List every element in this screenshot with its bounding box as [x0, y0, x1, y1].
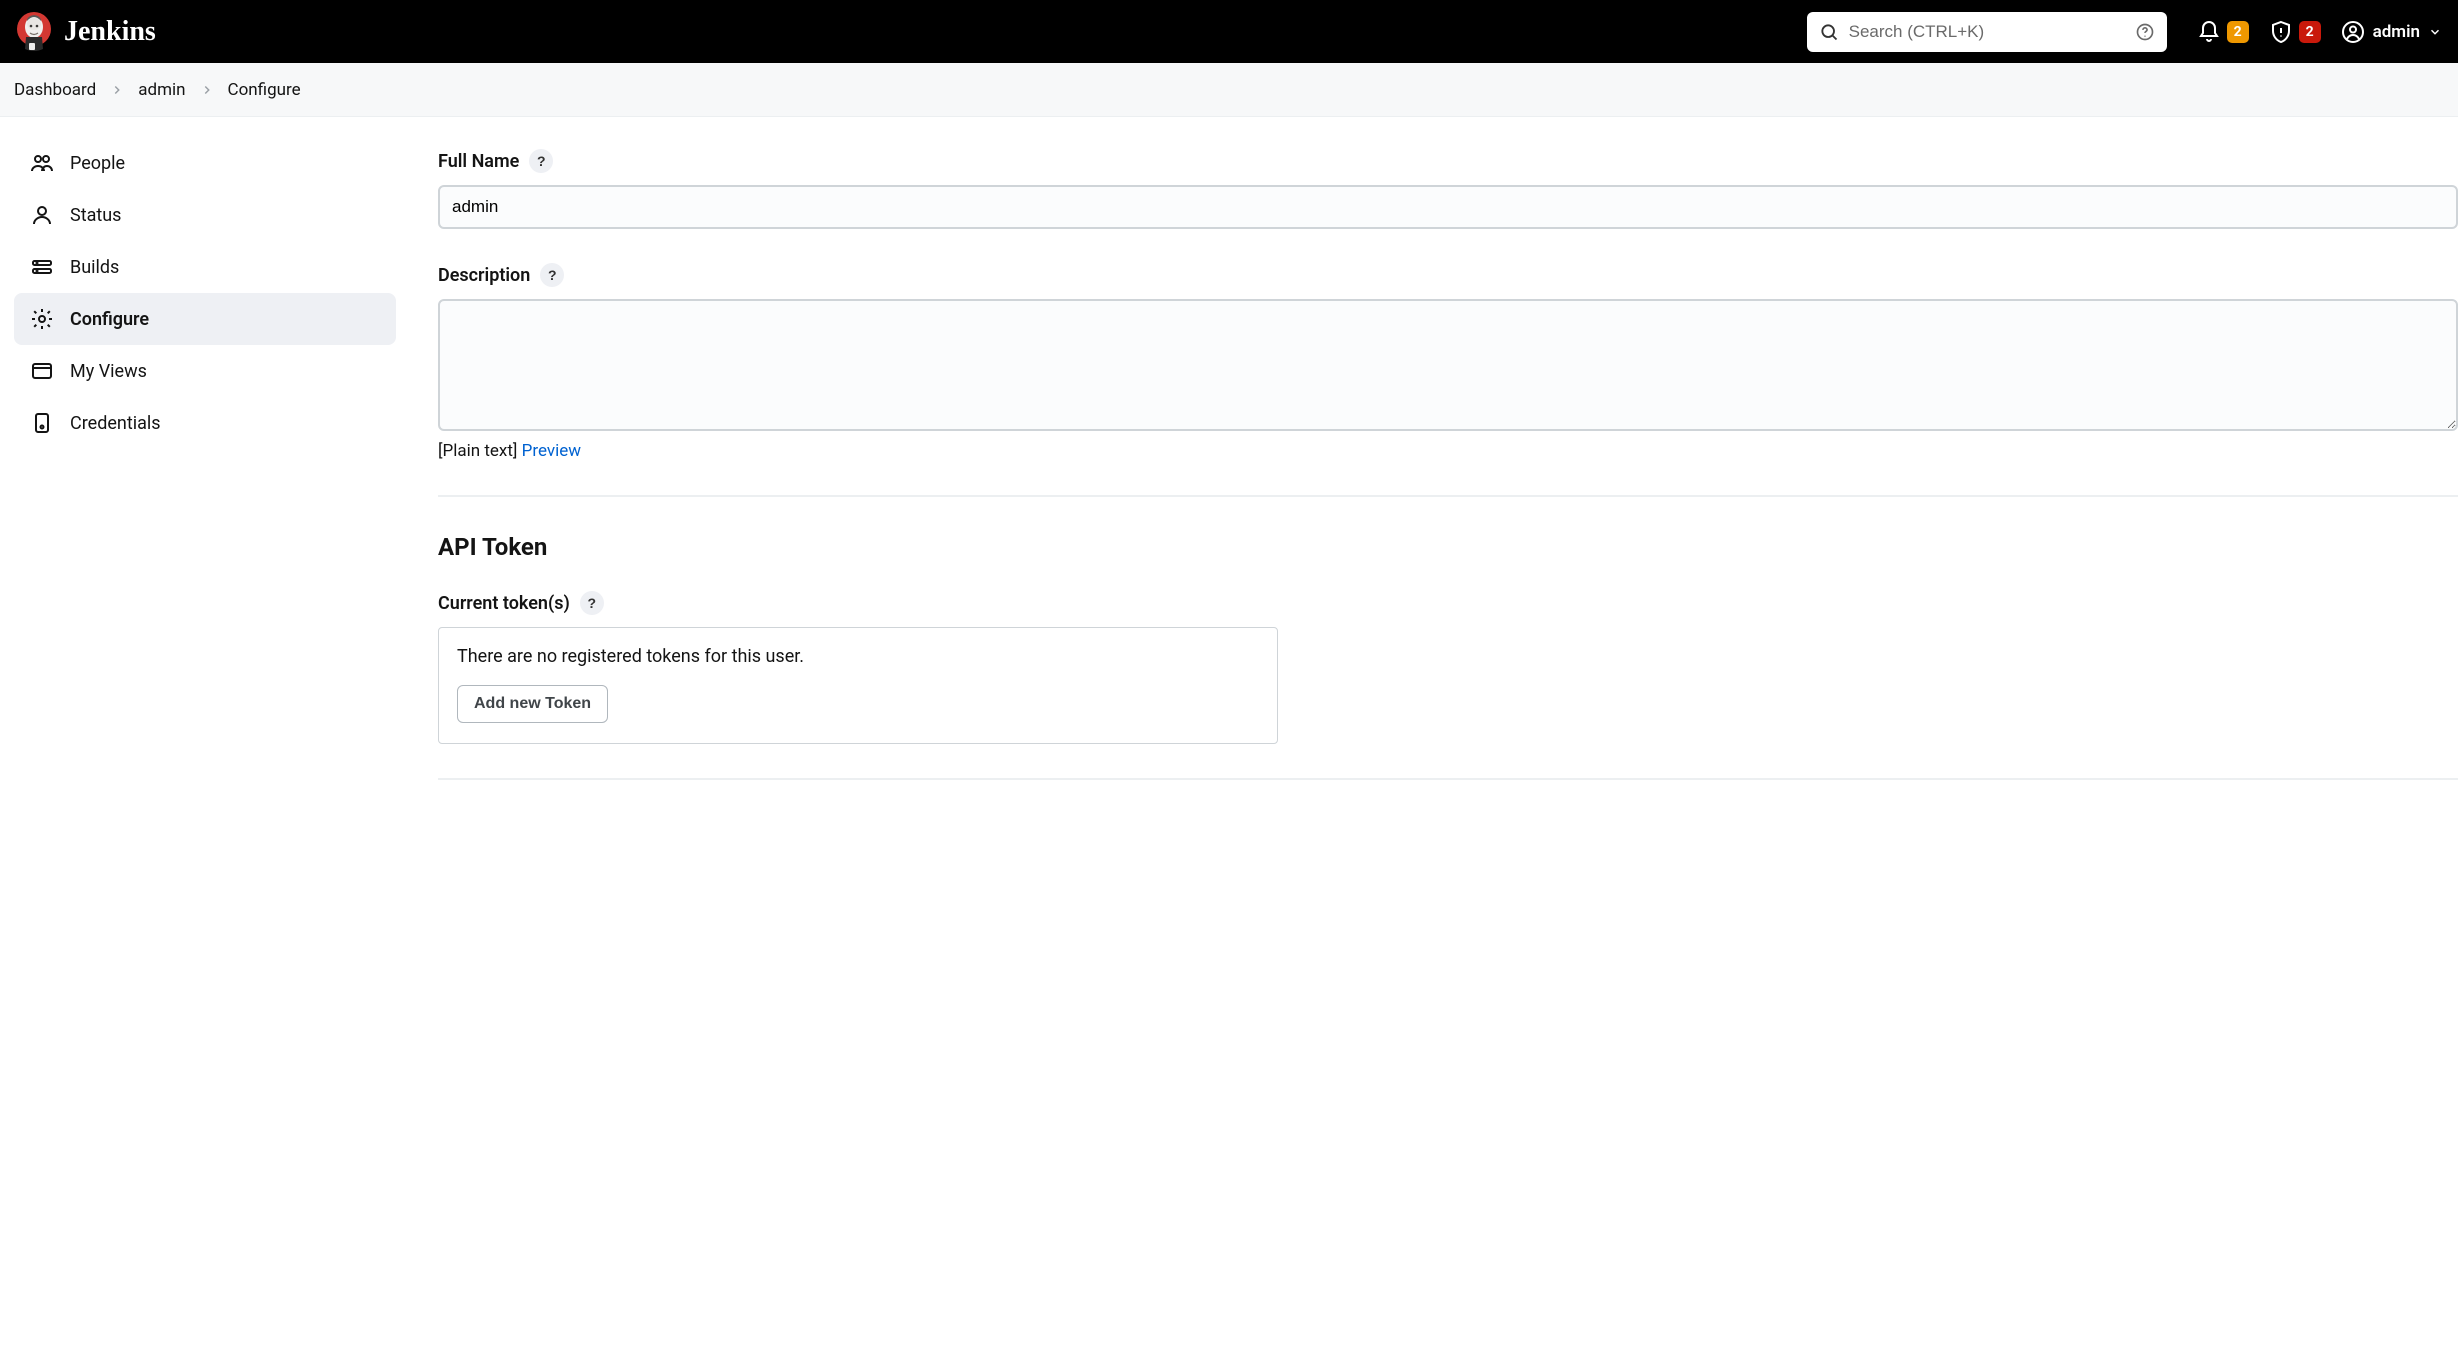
sidebar-item-builds[interactable]: Builds	[14, 241, 396, 293]
search-icon	[1819, 22, 1839, 42]
search-box[interactable]	[1807, 12, 2167, 52]
jenkins-logo-icon	[16, 11, 52, 53]
current-tokens-row: Current token(s) ? There are no register…	[438, 591, 2458, 744]
sidebar-item-configure[interactable]: Configure	[14, 293, 396, 345]
chevron-right-icon	[200, 83, 214, 97]
breadcrumb-dashboard[interactable]: Dashboard	[14, 80, 96, 100]
notifications-badge: 2	[2227, 21, 2249, 43]
sidebar-item-label: Builds	[70, 257, 119, 278]
breadcrumb-configure[interactable]: Configure	[228, 80, 301, 100]
header-icons: 2 2 admin	[2197, 20, 2442, 44]
sidebar-item-label: Configure	[70, 309, 149, 330]
preview-link[interactable]: Preview	[522, 441, 581, 461]
full-name-label: Full Name	[438, 151, 519, 172]
chevron-right-icon	[110, 83, 124, 97]
builds-icon	[30, 255, 54, 279]
search-help-icon[interactable]	[2135, 22, 2155, 42]
gear-icon	[30, 307, 54, 331]
window-icon	[30, 359, 54, 383]
sidebar-item-status[interactable]: Status	[14, 189, 396, 241]
description-input[interactable]	[438, 299, 2458, 431]
credentials-icon	[30, 411, 54, 435]
user-label: admin	[2373, 22, 2420, 42]
full-name-row: Full Name ?	[438, 149, 2458, 229]
api-token-heading: API Token	[438, 533, 2458, 561]
sidebar-item-my-views[interactable]: My Views	[14, 345, 396, 397]
bell-icon	[2197, 20, 2221, 44]
notifications-button[interactable]: 2	[2197, 20, 2249, 44]
section-divider	[438, 778, 2458, 780]
person-icon	[30, 203, 54, 227]
shield-alert-icon	[2269, 20, 2293, 44]
description-row: Description ? [Plain text] Preview	[438, 263, 2458, 461]
app-title: Jenkins	[64, 16, 156, 48]
search-input[interactable]	[1839, 22, 2135, 42]
section-divider	[438, 495, 2458, 497]
security-button[interactable]: 2	[2269, 20, 2321, 44]
sidebar-item-label: My Views	[70, 361, 147, 382]
chevron-down-icon	[2428, 25, 2442, 39]
user-menu[interactable]: admin	[2341, 20, 2442, 44]
full-name-help-button[interactable]: ?	[529, 149, 553, 173]
people-icon	[30, 151, 54, 175]
token-box: There are no registered tokens for this …	[438, 627, 1278, 744]
breadcrumb: Dashboard admin Configure	[0, 63, 2458, 117]
logo-area[interactable]: Jenkins	[16, 11, 156, 53]
main-content: Full Name ? Description ? [Plain text] P…	[410, 117, 2458, 856]
sidebar: People Status Builds Configure	[0, 117, 410, 469]
current-tokens-label: Current token(s)	[438, 593, 570, 614]
description-help-button[interactable]: ?	[540, 263, 564, 287]
plain-text-label: [Plain text]	[438, 441, 517, 461]
user-icon	[2341, 20, 2365, 44]
description-label: Description	[438, 265, 530, 286]
sidebar-item-label: Status	[70, 205, 121, 226]
sidebar-item-label: People	[70, 153, 125, 174]
top-header: Jenkins 2 2	[0, 0, 2458, 63]
sidebar-item-label: Credentials	[70, 413, 161, 434]
add-token-button[interactable]: Add new Token	[457, 685, 608, 723]
sidebar-item-credentials[interactable]: Credentials	[14, 397, 396, 449]
full-name-input[interactable]	[438, 185, 2458, 229]
sidebar-item-people[interactable]: People	[14, 137, 396, 189]
current-tokens-help-button[interactable]: ?	[580, 591, 604, 615]
breadcrumb-admin[interactable]: admin	[138, 80, 185, 100]
security-badge: 2	[2299, 21, 2321, 43]
token-empty-message: There are no registered tokens for this …	[457, 646, 1259, 667]
